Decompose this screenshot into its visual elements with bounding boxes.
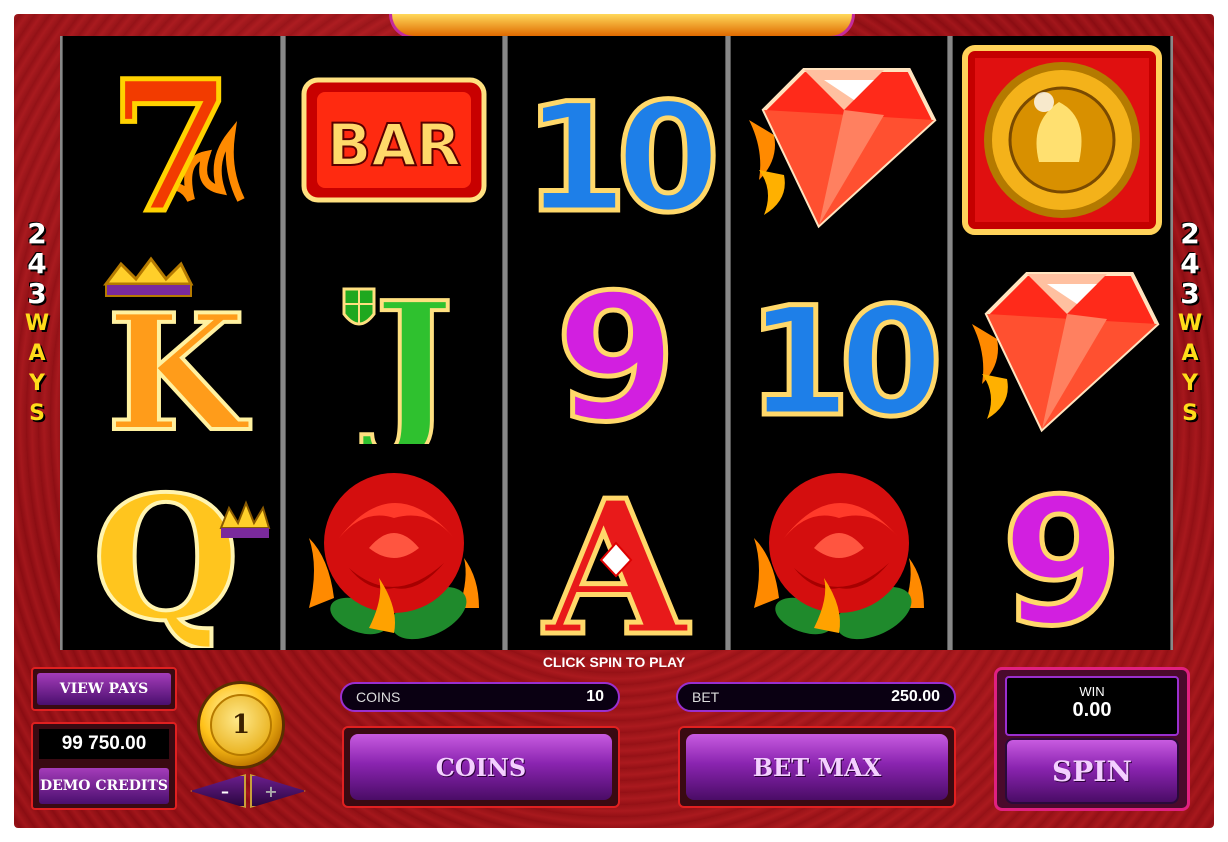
game-frame: 2 4 3 W A Y S 2 4 3 W A Y S 7 K Q BAR J …: [14, 14, 1214, 828]
win-label: WIN: [1079, 684, 1105, 699]
symbol-ace: A: [508, 446, 725, 650]
symbol-king: K: [63, 242, 280, 446]
symbol-rose: [286, 446, 503, 650]
credits-value: 99 750.00: [39, 729, 169, 759]
coins-field-value: 10: [586, 688, 604, 705]
nine-glyph: 9: [1001, 462, 1123, 648]
symbol-jack: J: [286, 242, 503, 446]
ways-digit: 4: [1180, 247, 1200, 280]
reel-3: 10 9 A: [507, 36, 726, 650]
reel-5: 9: [952, 36, 1171, 650]
win-value: 0.00: [1072, 699, 1112, 721]
bet-max-button-label: BET MAX: [686, 734, 948, 800]
symbol-ten: 10: [731, 242, 948, 446]
ways-letter: Y: [29, 371, 45, 396]
symbol-seven: 7: [63, 38, 280, 242]
reel-grid: 7 K Q BAR J 10 9 10 9: [60, 36, 1173, 650]
decrease-coin-button[interactable]: –: [190, 774, 246, 808]
ways-letter: W: [24, 311, 50, 336]
ways-digit: 3: [27, 277, 47, 310]
ten-glyph: 10: [524, 72, 714, 240]
nine-glyph: 9: [556, 258, 678, 444]
reel-1: 7 K Q: [62, 36, 281, 650]
ways-letter: A: [28, 341, 46, 366]
bet-max-button[interactable]: BET MAX: [678, 726, 956, 808]
queen-glyph: Q: [92, 459, 240, 648]
king-glyph: K: [107, 279, 251, 444]
symbol-nine: 9: [508, 242, 725, 446]
plus-icon: +: [264, 781, 278, 801]
symbol-diamond: [953, 242, 1170, 446]
minus-icon: –: [221, 781, 229, 801]
ways-indicator-right: 2 4 3 W A Y S: [1175, 219, 1205, 429]
ways-digit: 4: [27, 247, 47, 280]
symbol-coin-scatter: [953, 38, 1170, 242]
credits-panel: 99 750.00 DEMO CREDITS: [31, 722, 177, 810]
coins-field: COINS 10: [340, 682, 620, 712]
spin-button[interactable]: SPIN: [1005, 738, 1179, 804]
symbol-diamond: [731, 38, 948, 242]
coin-size-value: 1: [210, 694, 272, 756]
bet-field-value: 250.00: [891, 688, 940, 705]
ways-letter: A: [1181, 341, 1199, 366]
seven-glyph: 7: [109, 42, 234, 240]
ways-digit: 3: [1180, 277, 1200, 310]
ways-digit: 2: [1180, 217, 1200, 250]
bet-field: BET 250.00: [676, 682, 956, 712]
credits-label: DEMO CREDITS: [39, 768, 169, 804]
ten-glyph: 10: [747, 276, 937, 444]
symbol-bar: BAR: [286, 38, 503, 242]
ways-letter: S: [29, 401, 45, 426]
ways-letter: S: [1182, 401, 1198, 426]
symbol-ten: 10: [508, 38, 725, 242]
symbol-rose: [731, 446, 948, 650]
coins-button[interactable]: COINS: [342, 726, 620, 808]
coins-field-label: COINS: [356, 689, 401, 705]
symbol-nine: 9: [953, 446, 1170, 650]
jack-glyph: J: [361, 265, 454, 444]
bar-glyph: BAR: [327, 111, 461, 179]
ways-indicator-left: 2 4 3 W A Y S: [22, 219, 52, 429]
view-pays-label: VIEW PAYS: [37, 673, 171, 705]
symbol-queen: Q: [63, 446, 280, 650]
ways-letter: W: [1177, 311, 1203, 336]
coin-size-chip: 1: [200, 684, 282, 766]
increase-coin-button[interactable]: +: [250, 774, 306, 808]
spin-panel: WIN 0.00 SPIN: [994, 667, 1190, 811]
bet-field-label: BET: [692, 689, 720, 705]
win-display: WIN 0.00: [1005, 676, 1179, 736]
coins-button-label: COINS: [350, 734, 612, 800]
reel-4: 10: [729, 36, 949, 650]
view-pays-button[interactable]: VIEW PAYS: [31, 667, 177, 711]
ways-digit: 2: [27, 217, 47, 250]
ways-letter: Y: [1182, 371, 1198, 396]
reel-2: BAR J: [284, 36, 504, 650]
